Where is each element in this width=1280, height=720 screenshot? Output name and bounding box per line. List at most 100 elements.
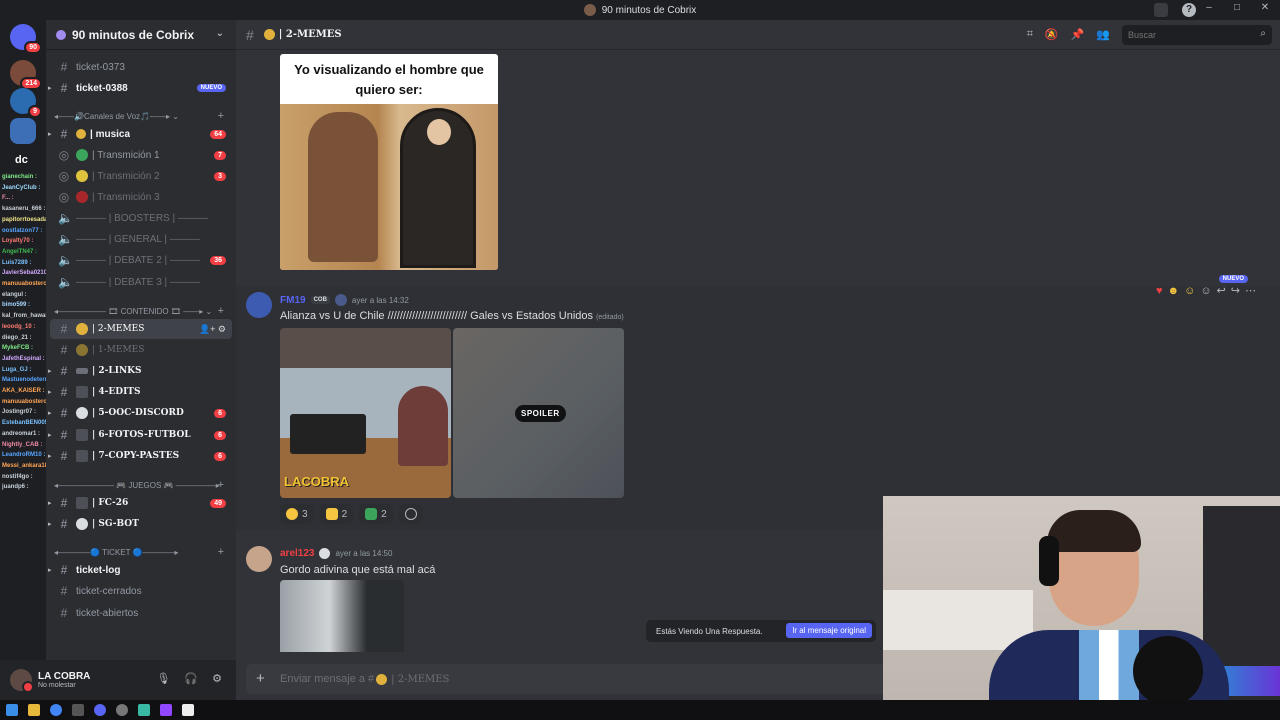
channel-7-copy-pastes[interactable]: ▸ # | 7-COPY-PASTES 6: [48, 446, 232, 466]
server-icon[interactable]: 214: [10, 60, 42, 90]
message-author[interactable]: arel123: [280, 548, 314, 559]
mute-bell-icon[interactable]: 🔕: [1045, 28, 1059, 41]
server-icon[interactable]: [10, 118, 36, 144]
user-info[interactable]: LA COBRA No molestar: [38, 671, 90, 689]
channel-transmision-1[interactable]: ◎ | Transmición 1 7: [50, 145, 232, 165]
hash-icon: #: [60, 449, 68, 463]
microphone-icon[interactable]: 🎙: [156, 672, 170, 685]
user-controls: 🎙 🎧 ⚙: [156, 672, 222, 685]
attachment-image[interactable]: [280, 580, 404, 652]
heart-reaction-icon[interactable]: ♥: [1156, 285, 1163, 297]
music-note-icon: [76, 129, 86, 139]
unread-arrow-icon: ▸: [48, 500, 52, 507]
channel-general[interactable]: 🔈 ——— | GENERAL | ———: [50, 229, 232, 249]
channel-label: ticket-abiertos: [76, 607, 139, 619]
channel-fc-26[interactable]: ▸ # | FC-26 49: [48, 493, 232, 513]
help-icon[interactable]: ?: [1182, 3, 1196, 17]
taskbar: [0, 700, 1280, 720]
channel-transmision-2[interactable]: ◎ | Transmición 2 3: [50, 166, 232, 186]
composer-placeholder: Enviar mensaje a #: [280, 673, 375, 685]
category-ticket[interactable]: ◂————🔵 TICKET 🔵————▸ +: [54, 545, 230, 559]
avatar[interactable]: [246, 292, 272, 318]
add-channel-icon[interactable]: +: [218, 479, 224, 491]
headphones-icon[interactable]: 🎧: [184, 672, 198, 685]
jump-to-original-button[interactable]: Ir al mensaje original: [786, 623, 872, 638]
channel-ticket-0373[interactable]: # ticket-0373: [50, 57, 232, 77]
channel-2-links[interactable]: ▸ # | 2-LINKS: [48, 361, 232, 381]
hash-icon: #: [60, 406, 68, 420]
plus-icon[interactable]: +: [256, 670, 265, 687]
app-icon[interactable]: [72, 704, 84, 716]
user-status: No molestar: [38, 682, 76, 689]
channel-ticket-abiertos[interactable]: # ticket-abiertos: [50, 603, 232, 623]
channel-debate-2[interactable]: 🔈 ——— | DEBATE 2 | ——— 36: [50, 250, 232, 270]
dc-server-label[interactable]: dc: [15, 154, 28, 166]
app-icon[interactable]: [160, 704, 172, 716]
channel-musica[interactable]: ▸ # | musica 64: [48, 124, 232, 144]
avatar[interactable]: [10, 669, 34, 693]
home-server-icon[interactable]: 90: [10, 24, 42, 54]
members-icon[interactable]: 👥: [1096, 28, 1110, 41]
app-icon[interactable]: [116, 704, 128, 716]
channel-label: | 2-LINKS: [92, 366, 142, 376]
maximize-icon[interactable]: □: [1230, 2, 1244, 13]
app-icon[interactable]: [182, 704, 194, 716]
add-channel-icon[interactable]: +: [218, 546, 224, 558]
meme-image[interactable]: Yo visualizando el hombre que quiero ser…: [280, 54, 498, 270]
app-icon[interactable]: [138, 704, 150, 716]
reaction-rofl[interactable]: 3: [280, 504, 314, 524]
channel-debate-3[interactable]: 🔈 ——— | DEBATE 3 | ———: [50, 272, 232, 292]
category-contenido[interactable]: ◂—————— 🎞 CONTENIDO 🎞 ——▸ ⌄ +: [54, 304, 230, 318]
server-icon[interactable]: 9: [10, 88, 42, 118]
start-icon[interactable]: [6, 704, 18, 716]
channel-6-fotos-futbol[interactable]: ▸ # | 6-FOTOS-FUTBOL 6: [48, 425, 232, 445]
close-icon[interactable]: ✕: [1258, 2, 1272, 13]
threads-icon[interactable]: ⌗: [1027, 28, 1033, 41]
server-header[interactable]: 90 minutos de Cobrix ⌄: [46, 20, 236, 50]
reaction-check[interactable]: 2: [359, 504, 393, 524]
channel-settings-icons[interactable]: 👤+ ⚙: [199, 324, 226, 335]
message-author[interactable]: FM19: [280, 295, 306, 306]
channel-ticket-cerrados[interactable]: # ticket-cerrados: [50, 581, 232, 601]
add-channel-icon[interactable]: +: [218, 110, 224, 122]
more-options-icon[interactable]: ⋯: [1245, 284, 1256, 297]
channel-2-memes[interactable]: # | 2-MEMES 👤+ ⚙: [50, 319, 232, 339]
avatar[interactable]: [246, 546, 272, 572]
forward-icon[interactable]: ↪: [1231, 284, 1240, 297]
pin-icon[interactable]: 📌: [1071, 28, 1085, 41]
category-juegos[interactable]: ◂——————— 🎮 JUEGOS 🎮 —————▸ +: [54, 478, 230, 492]
category-label: ◂——————— 🎮 JUEGOS 🎮 —————▸: [54, 480, 220, 490]
laugh-reaction-icon[interactable]: ☺: [1184, 285, 1195, 297]
mention-count: 6: [214, 408, 226, 418]
channel-ticket-log[interactable]: ▸ # ticket-log: [48, 560, 232, 580]
spoiler-image[interactable]: SPOILER: [453, 328, 624, 498]
attachment-image[interactable]: LACOBRA: [280, 328, 451, 498]
category-voice[interactable]: ◂——🔊Canales de Voz🎵——▸ ⌄ +: [54, 109, 230, 123]
server-badge: 90: [24, 41, 42, 54]
channel-5-ooc-discord[interactable]: ▸ # | 5-OOC-DISCORD 6: [48, 403, 232, 423]
rofl-emoji-icon: [263, 29, 275, 40]
add-reaction-icon[interactable]: ☺: [1200, 285, 1211, 297]
love-face-reaction-icon[interactable]: ☻: [1168, 285, 1180, 297]
add-channel-icon[interactable]: +: [218, 305, 224, 317]
file-explorer-icon[interactable]: [28, 704, 40, 716]
stage-icon: ◎: [58, 190, 70, 204]
chrome-icon[interactable]: [50, 704, 62, 716]
channel-sg-bot[interactable]: ▸ # | SG-BOT: [48, 514, 232, 534]
gear-icon[interactable]: ⚙: [212, 672, 222, 685]
reaction-clap[interactable]: 2: [319, 504, 354, 524]
channel-boosters[interactable]: 🔈 ——— | BOOSTERS | ———: [50, 208, 232, 228]
channel-transmision-3[interactable]: ◎ | Transmición 3: [50, 187, 232, 207]
inbox-icon[interactable]: [1154, 3, 1168, 17]
search-input[interactable]: [1122, 25, 1272, 45]
reply-icon[interactable]: ↩: [1217, 284, 1226, 297]
hash-icon: #: [246, 26, 254, 43]
add-reaction-button[interactable]: [398, 504, 423, 524]
server-badge: 9: [28, 105, 42, 118]
channel-1-memes[interactable]: # | 1-MEMES: [50, 340, 232, 360]
discord-taskbar-icon[interactable]: [94, 704, 106, 716]
minimize-icon[interactable]: –: [1202, 2, 1216, 13]
channel-4-edits[interactable]: ▸ # | 4-EDITS: [48, 382, 232, 402]
meme-figure-left: [308, 112, 378, 262]
channel-ticket-0388[interactable]: ▸ # ticket-0388 NUEVO: [48, 78, 232, 98]
